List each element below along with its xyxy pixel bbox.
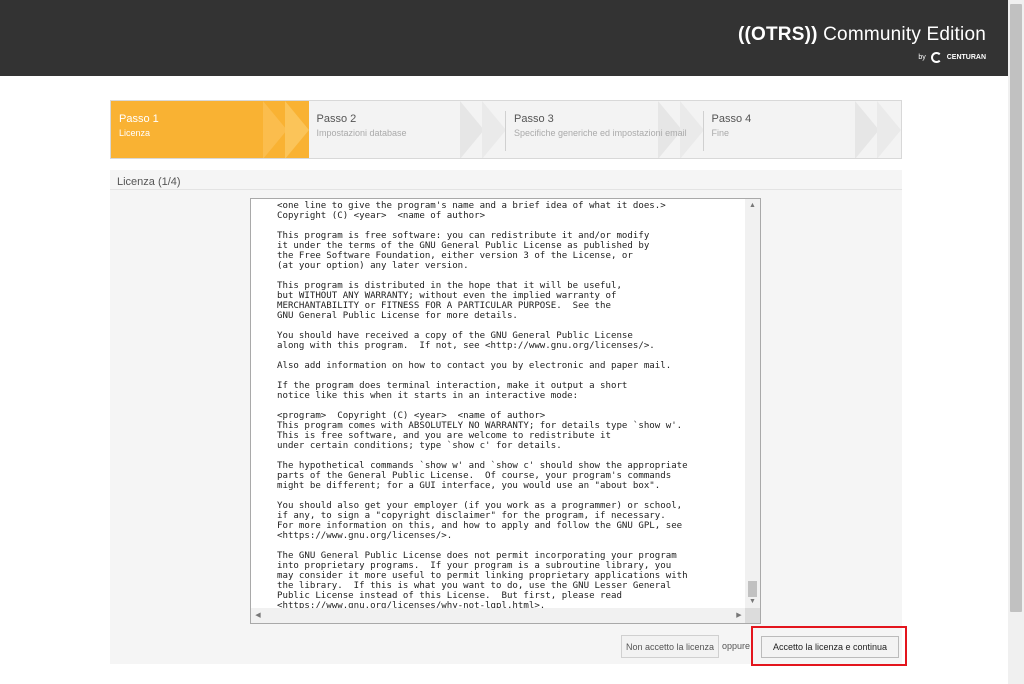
- reject-license-button[interactable]: Non accetto la licenza: [621, 635, 719, 658]
- scroll-left-arrow-icon[interactable]: ◀: [251, 608, 265, 623]
- scrollbar-corner: [745, 608, 760, 623]
- header: ((OTRS)) Community Edition by CENTURAN: [0, 0, 1008, 76]
- wizard-steps: Passo 1 Licenza Passo 2 Impostazioni dat…: [110, 100, 902, 159]
- centuran-logo-icon: [930, 52, 942, 63]
- step-subtitle: Fine: [711, 128, 730, 138]
- step-1: Passo 1 Licenza: [111, 101, 309, 158]
- brand-logo: ((OTRS)) Community Edition by CENTURAN: [738, 24, 986, 63]
- step-title: Passo 1: [119, 113, 159, 125]
- brand-by: by: [918, 54, 926, 61]
- or-label: oppure: [722, 641, 751, 651]
- brand-edition: Community Edition: [823, 24, 986, 45]
- window-scrollbar[interactable]: [1008, 0, 1024, 684]
- license-text[interactable]: <one line to give the program's name and…: [251, 199, 746, 609]
- panel-title: Licenza (1/4): [110, 170, 902, 190]
- scroll-right-arrow-icon[interactable]: ▶: [732, 608, 746, 623]
- step-3: Passo 3 Specifiche generiche ed impostaz…: [506, 101, 704, 158]
- accept-license-button[interactable]: Accetto la licenza e continua: [761, 636, 899, 658]
- scroll-down-arrow-icon[interactable]: ▼: [745, 595, 760, 609]
- license-textarea[interactable]: <one line to give the program's name and…: [250, 198, 761, 624]
- step-2: Passo 2 Impostazioni database: [308, 101, 506, 158]
- brand-logo-word: ((OTRS)): [737, 24, 818, 45]
- license-vertical-scrollbar[interactable]: ▲ ▼: [745, 199, 760, 609]
- accept-highlight-box: Accetto la licenza e continua: [751, 626, 907, 666]
- step-subtitle: Specifiche generiche ed impostazioni ema…: [514, 128, 687, 138]
- scroll-up-arrow-icon[interactable]: ▲: [745, 199, 760, 213]
- step-title: Passo 2: [316, 113, 357, 125]
- step-subtitle: Impostazioni database: [316, 128, 407, 138]
- step-title: Passo 3: [514, 113, 554, 125]
- step-title: Passo 4: [711, 113, 752, 125]
- step-4: Passo 4 Fine: [703, 101, 901, 158]
- license-panel: Licenza (1/4) <one line to give the prog…: [110, 170, 902, 664]
- window-scrollbar-thumb[interactable]: [1010, 4, 1022, 612]
- license-horizontal-scrollbar[interactable]: ◀ ▶: [251, 608, 746, 623]
- brand-partner: CENTURAN: [946, 54, 986, 61]
- step-subtitle: Licenza: [119, 128, 151, 138]
